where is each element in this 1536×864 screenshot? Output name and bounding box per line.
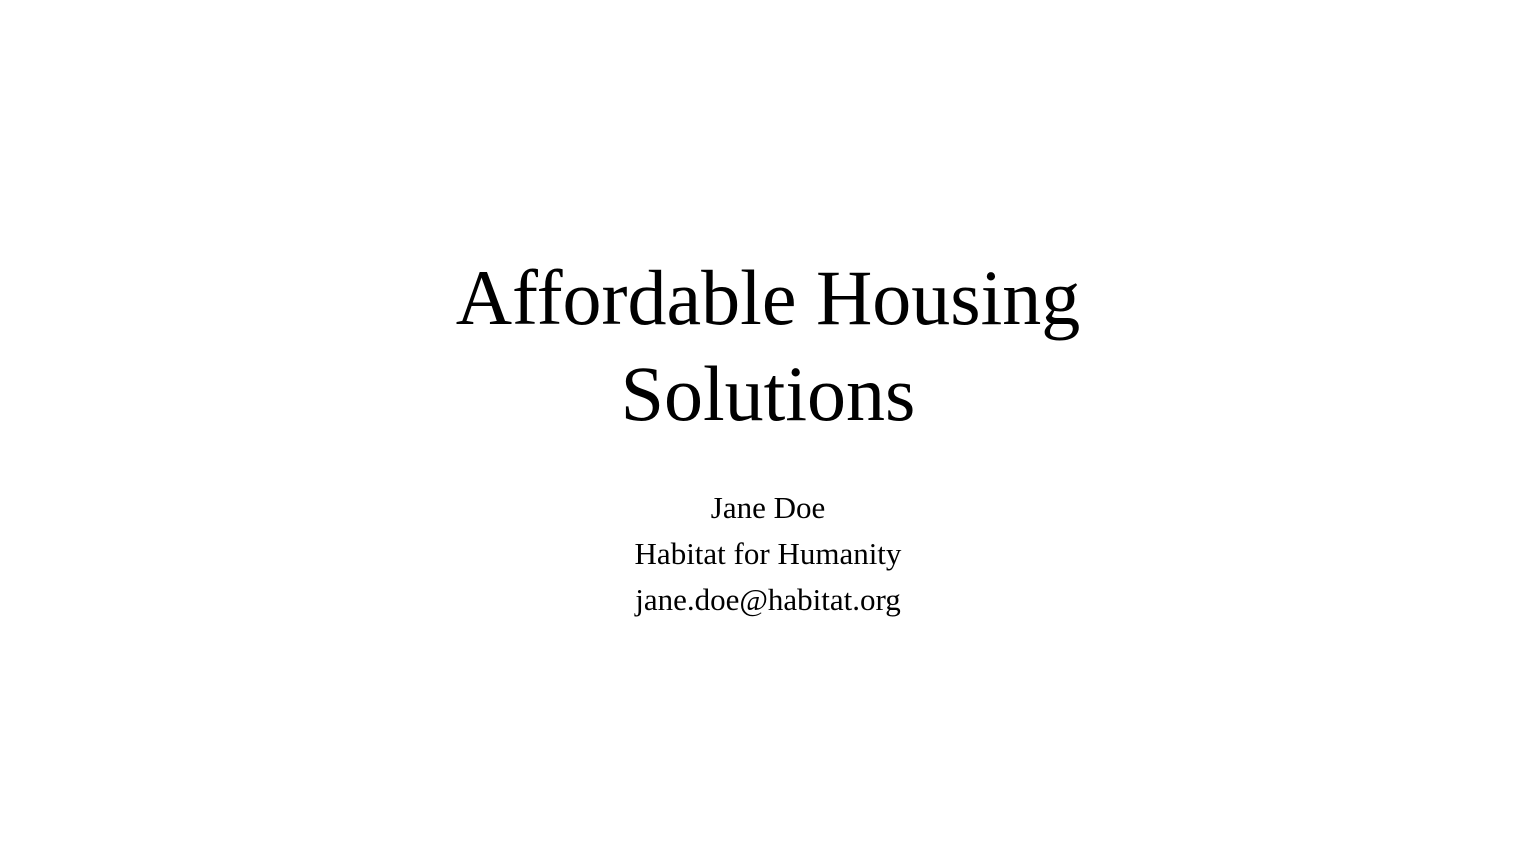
slide-title-line-1: Affordable Housing xyxy=(455,254,1081,341)
slide-title-line-2: Solutions xyxy=(620,350,916,437)
author-email: jane.doe@habitat.org xyxy=(635,582,901,617)
slide-subtitle: Jane Doe Habitat for Humanity jane.doe@h… xyxy=(0,485,1536,623)
slide: Affordable Housing Solutions Jane Doe Ha… xyxy=(0,0,1536,864)
organization-name: Habitat for Humanity xyxy=(634,536,902,571)
slide-title: Affordable Housing Solutions xyxy=(0,250,1536,442)
author-name: Jane Doe xyxy=(710,490,826,525)
